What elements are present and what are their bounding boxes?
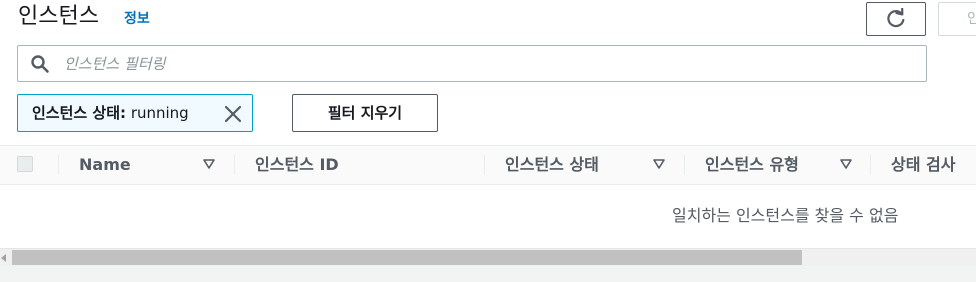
scrollbar-thumb[interactable]: [12, 250, 802, 265]
chevron-left-icon[interactable]: [0, 253, 8, 263]
column-divider: [484, 155, 485, 175]
instances-panel: 인스턴스 정보 인 인스턴스 상태: running 필터 지우기 Name 인…: [0, 0, 976, 248]
empty-table-message: 일치하는 인스턴스를 찾을 수 없음: [672, 206, 899, 225]
page-title: 인스턴스: [18, 4, 99, 29]
caret-down-icon[interactable]: [203, 159, 215, 169]
caret-down-icon[interactable]: [653, 159, 665, 169]
column-header-instance-id[interactable]: 인스턴스 ID: [255, 146, 339, 184]
filter-token: 인스턴스 상태: running: [17, 94, 253, 132]
close-icon[interactable]: [224, 105, 242, 123]
filter-token-value: running: [130, 104, 189, 122]
column-header-status-check[interactable]: 상태 검사: [891, 146, 955, 184]
column-header-instance-type[interactable]: 인스턴스 유형: [705, 146, 799, 184]
search-icon: [31, 55, 49, 73]
clear-filters-button[interactable]: 필터 지우기: [292, 94, 438, 132]
column-divider: [58, 155, 59, 175]
select-all-checkbox[interactable]: [17, 156, 33, 172]
search-bar[interactable]: [17, 45, 927, 82]
info-link[interactable]: 정보: [124, 10, 150, 28]
column-divider: [870, 155, 871, 175]
filter-token-key: 인스턴스 상태:: [32, 104, 127, 122]
horizontal-scrollbar[interactable]: [0, 248, 976, 266]
caret-down-icon[interactable]: [840, 159, 852, 169]
column-header-instance-state[interactable]: 인스턴스 상태: [505, 146, 599, 184]
next-action-button[interactable]: 인: [938, 2, 976, 36]
refresh-button[interactable]: [866, 2, 926, 36]
search-input[interactable]: [62, 48, 916, 80]
refresh-icon: [887, 8, 905, 28]
column-divider: [684, 155, 685, 175]
filter-token-text: 인스턴스 상태: running: [32, 104, 189, 122]
column-divider: [234, 155, 235, 175]
table-header: Name 인스턴스 ID 인스턴스 상태 인스턴스 유형 상태 검사: [0, 145, 976, 185]
column-header-name[interactable]: Name: [79, 146, 131, 184]
